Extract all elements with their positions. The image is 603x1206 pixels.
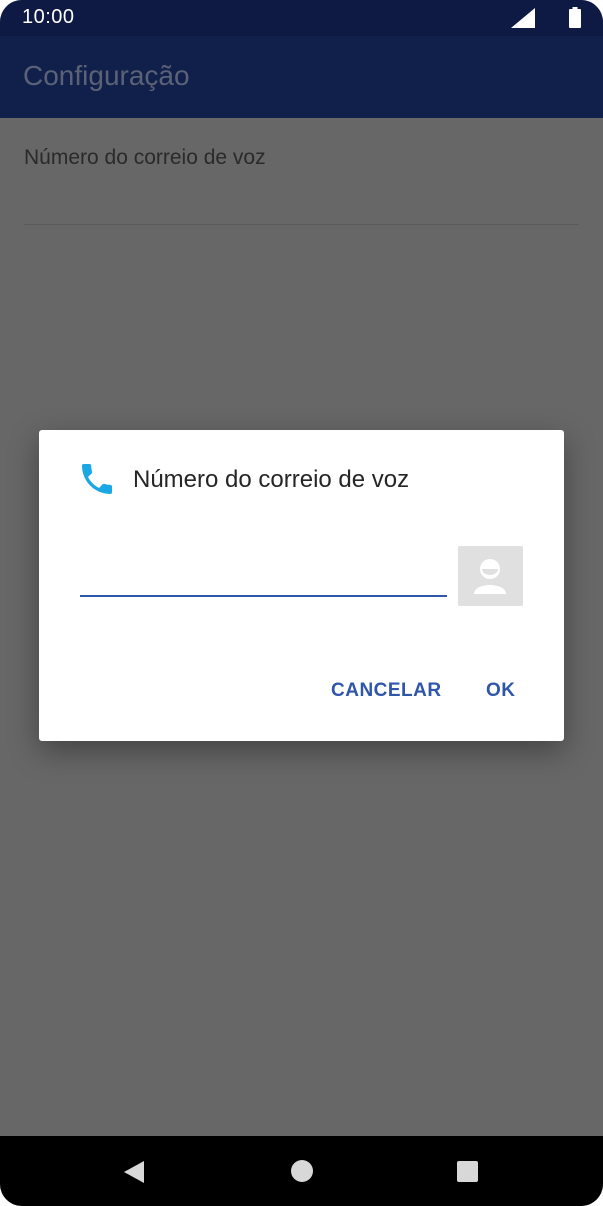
voicemail-number-dialog: Número do correio de voz CANCELAR OK bbox=[39, 430, 564, 741]
home-icon[interactable] bbox=[291, 1160, 313, 1182]
dialog-title: Número do correio de voz bbox=[133, 466, 410, 493]
cancel-button[interactable]: CANCELAR bbox=[331, 680, 442, 702]
voicemail-number-input[interactable] bbox=[80, 555, 447, 597]
device-screen: 10:00 Configuração Número do correio de … bbox=[0, 0, 603, 1206]
divider bbox=[24, 224, 579, 225]
navigation-bar bbox=[0, 1136, 603, 1206]
settings-item-label: Número do correio de voz bbox=[24, 146, 266, 169]
page-title: Configuração bbox=[23, 60, 190, 91]
app-bar: Configuração bbox=[0, 36, 603, 118]
contact-picker-button[interactable] bbox=[458, 546, 523, 606]
settings-item-voicemail-number[interactable]: Número do correio de voz bbox=[0, 118, 603, 226]
status-bar: 10:00 bbox=[0, 0, 603, 36]
contact-picker-icon bbox=[474, 559, 506, 594]
battery-icon bbox=[569, 7, 581, 28]
phone-icon bbox=[82, 464, 112, 494]
ok-button[interactable]: OK bbox=[486, 680, 516, 702]
signal-icon bbox=[511, 8, 535, 28]
recents-icon[interactable] bbox=[457, 1161, 478, 1182]
back-icon[interactable] bbox=[122, 1160, 146, 1184]
status-time: 10:00 bbox=[22, 6, 75, 28]
